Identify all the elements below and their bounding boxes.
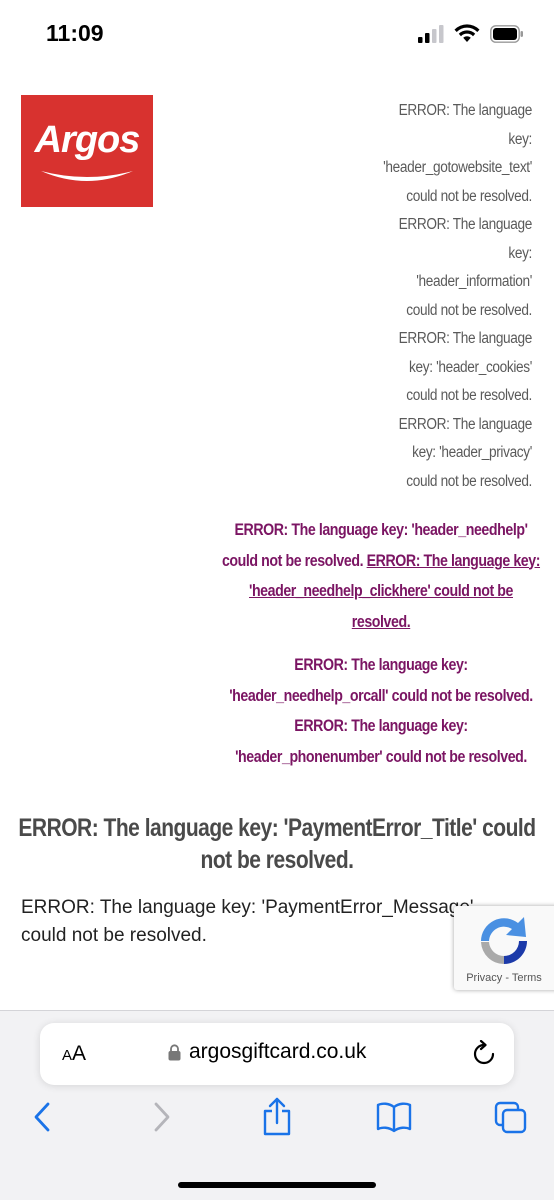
recaptcha-links: Privacy - Terms xyxy=(454,972,554,984)
url-text: argosgiftcard.co.uk xyxy=(189,1040,367,1063)
url-wrap[interactable]: argosgiftcard.co.uk xyxy=(168,1040,366,1064)
browser-toolbar xyxy=(0,1097,554,1141)
header-gotowebsite-line[interactable]: key: xyxy=(356,126,532,155)
recaptcha-terms-link[interactable]: Terms xyxy=(512,972,542,984)
header-privacy-line[interactable]: could not be resolved. xyxy=(356,468,532,497)
header-information-line[interactable]: 'header_information' xyxy=(356,268,532,297)
header-information-line[interactable]: could not be resolved. xyxy=(356,297,532,326)
payment-error-message: ERROR: The language key: 'PaymentError_M… xyxy=(21,897,474,946)
back-icon[interactable] xyxy=(32,1101,52,1133)
status-icons xyxy=(418,24,524,43)
need-help-phone[interactable]: ERROR: The language key: 'header_phonenu… xyxy=(235,717,527,766)
payment-error-title: ERROR: The language key: 'PaymentError_T… xyxy=(10,812,544,876)
recaptcha-privacy-link[interactable]: Privacy xyxy=(466,972,502,984)
page: 11:09 Argos ERROR: The language key: 'he… xyxy=(0,0,554,1200)
header-cookies-line[interactable]: key: 'header_cookies' xyxy=(356,354,532,383)
lock-icon xyxy=(168,1043,181,1060)
payment-error-title-text: ERROR: The language key: 'PaymentError_T… xyxy=(18,814,536,874)
header-gotowebsite-line[interactable]: 'header_gotowebsite_text' xyxy=(356,154,532,183)
need-help-call: ERROR: The language key: 'header_needhel… xyxy=(222,650,540,772)
share-icon[interactable] xyxy=(261,1097,293,1137)
address-bar[interactable]: AA argosgiftcard.co.uk xyxy=(40,1023,514,1085)
recaptcha-badge[interactable]: Privacy - Terms xyxy=(454,906,554,990)
status-bar: 11:09 xyxy=(0,0,554,70)
signal-icon xyxy=(418,24,444,43)
browser-chrome: AA argosgiftcard.co.uk xyxy=(0,1010,554,1200)
header-gotowebsite-line[interactable]: could not be resolved. xyxy=(356,183,532,212)
header-cookies-line[interactable]: could not be resolved. xyxy=(356,382,532,411)
header-information-line[interactable]: ERROR: The language xyxy=(356,211,533,240)
bookmarks-icon[interactable] xyxy=(376,1101,412,1133)
wifi-icon xyxy=(454,24,480,42)
need-help-block: ERROR: The language key: 'header_needhel… xyxy=(222,515,540,772)
aa-small: A xyxy=(62,1047,73,1064)
recaptcha-icon xyxy=(481,917,527,964)
header-gotowebsite-line[interactable]: ERROR: The language xyxy=(356,97,533,126)
header-links: ERROR: The language key: 'header_gotoweb… xyxy=(356,97,532,496)
status-time: 11:09 xyxy=(46,20,104,46)
tabs-icon[interactable] xyxy=(494,1101,528,1135)
argos-logo[interactable]: Argos xyxy=(21,95,153,207)
need-help-text: ERROR: The language key: 'header_needhel… xyxy=(222,515,540,637)
home-indicator[interactable] xyxy=(178,1182,376,1188)
need-help-orcall: ERROR: The language key: 'header_needhel… xyxy=(229,656,533,705)
forward-icon[interactable] xyxy=(152,1101,172,1133)
reload-icon[interactable] xyxy=(472,1040,496,1066)
aa-big: A xyxy=(72,1042,87,1065)
page-settings-button[interactable]: AA xyxy=(62,1042,86,1066)
battery-icon xyxy=(490,24,523,43)
recaptcha-separator: - xyxy=(502,972,512,984)
header-privacy-line[interactable]: key: 'header_privacy' xyxy=(356,439,532,468)
header-cookies-line[interactable]: ERROR: The language xyxy=(356,325,533,354)
header-information-line[interactable]: key: xyxy=(356,240,532,269)
header-privacy-line[interactable]: ERROR: The language xyxy=(356,411,533,440)
logo-smile-icon xyxy=(41,171,133,181)
